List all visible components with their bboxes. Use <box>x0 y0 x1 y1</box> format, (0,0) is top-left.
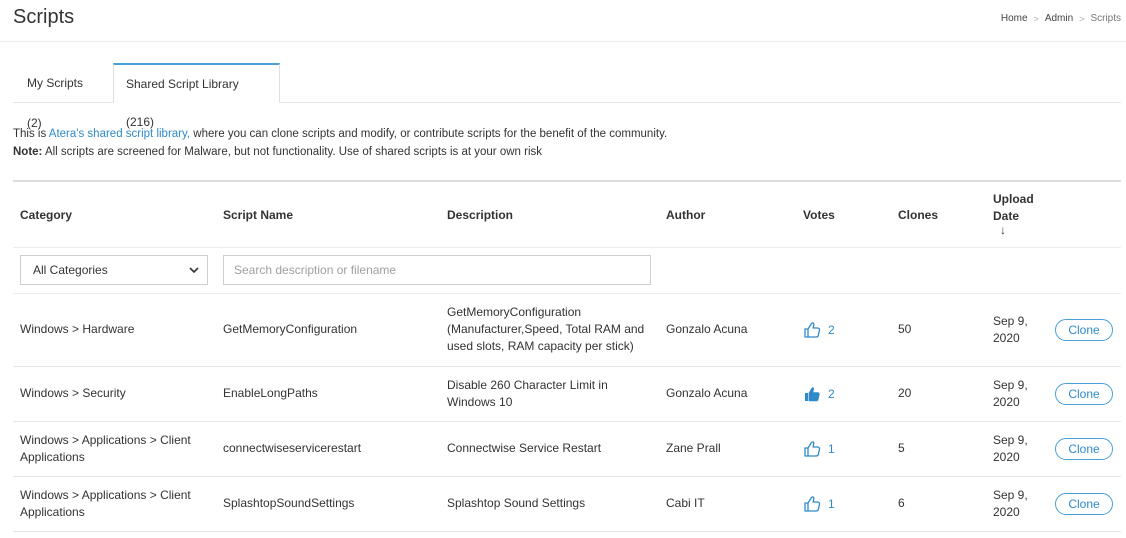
breadcrumb: Home > Admin > Scripts <box>1001 13 1121 24</box>
vote-button[interactable]: 2 <box>803 321 835 339</box>
tab-my-scripts[interactable]: My Scripts (2) <box>13 63 113 130</box>
cell-clones: 5 <box>898 440 905 455</box>
cell-script-name: SplashtopSoundSettings <box>223 495 355 510</box>
breadcrumb-separator: > <box>1079 13 1085 24</box>
table-row: Windows > Applications > Client Applicat… <box>13 476 1121 532</box>
breadcrumb-current: Scripts <box>1090 13 1121 24</box>
vote-count: 1 <box>828 441 835 456</box>
cell-category: Windows > Security <box>20 385 126 400</box>
table-row: Windows > Security EnableLongPaths Disable… <box>13 366 1121 422</box>
breadcrumb-admin[interactable]: Admin <box>1045 13 1073 24</box>
cell-category: Windows > Applications > Client Applicat… <box>20 432 191 464</box>
cell-author: Gonzalo Acuna <box>666 385 748 400</box>
vote-button[interactable]: 1 <box>803 495 835 513</box>
table-row: Windows > Applications > Client Applicat… <box>13 421 1121 477</box>
cell-author: Gonzalo Acuna <box>666 322 748 336</box>
vote-button[interactable]: 2 <box>803 385 835 403</box>
thumbs-up-icon <box>804 322 821 338</box>
thumbs-up-icon <box>804 495 821 512</box>
intro-suffix: where you can clone scripts and modify, … <box>190 128 668 140</box>
thumbs-up-icon <box>804 440 821 457</box>
header-upload-date[interactable]: Upload Date <box>993 191 1043 225</box>
category-select[interactable]: All Categories <box>20 255 208 285</box>
breadcrumb-separator: > <box>1033 13 1039 24</box>
vote-count: 2 <box>828 386 835 401</box>
chevron-down-icon <box>189 267 199 274</box>
cell-description: GetMemoryConfiguration (Manufacturer,Spe… <box>447 305 645 353</box>
cell-author: Zane Prall <box>666 440 721 455</box>
cell-clones: 50 <box>898 322 912 336</box>
cell-description: Connectwise Service Restart <box>447 440 602 455</box>
vote-count: 1 <box>828 496 835 511</box>
cell-category: Windows > Applications > Client Applicat… <box>20 487 191 519</box>
search-input[interactable] <box>223 255 651 285</box>
intro-line: This is Atera's shared script library, w… <box>13 125 667 143</box>
clone-button[interactable]: Clone <box>1055 319 1113 341</box>
cell-upload-date: Sep 9, 2020 <box>993 432 1028 464</box>
top-bar: Scripts Home > Admin > Scripts <box>0 0 1126 42</box>
header-description[interactable]: Description <box>447 208 513 222</box>
vote-count: 2 <box>828 323 835 337</box>
note-text: All scripts are screened for Malware, bu… <box>42 146 542 158</box>
header-clones[interactable]: Clones <box>898 208 938 222</box>
sort-arrow-icon[interactable]: ↓ <box>1000 223 1006 237</box>
tab-bar: My Scripts (2) Shared Script Library (21… <box>13 63 1121 130</box>
header-category[interactable]: Category <box>20 208 72 222</box>
cell-author: Cabi IT <box>666 495 705 510</box>
table-top-border <box>13 180 1121 182</box>
vote-button[interactable]: 1 <box>803 440 835 458</box>
cell-script-name: connectwiseservicerestart <box>223 440 362 455</box>
cell-clones: 20 <box>898 385 912 400</box>
table-row: Windows > Hardware GetMemoryConfiguration… <box>13 294 1121 367</box>
intro-text: This is Atera's shared script library, w… <box>13 125 667 161</box>
clone-button[interactable]: Clone <box>1055 492 1113 515</box>
clone-button[interactable]: Clone <box>1055 382 1113 405</box>
header-author[interactable]: Author <box>666 208 705 222</box>
header-votes[interactable]: Votes <box>803 208 835 222</box>
shared-library-link[interactable]: Atera's shared script library, <box>49 128 190 140</box>
header-script-name[interactable]: Script Name <box>223 208 293 222</box>
cell-script-name: EnableLongPaths <box>223 385 318 400</box>
breadcrumb-home[interactable]: Home <box>1001 13 1028 24</box>
note-line: Note: All scripts are screened for Malwa… <box>13 143 667 161</box>
thumbs-up-icon <box>805 386 820 401</box>
tab-shared-script-library[interactable]: Shared Script Library (216) <box>113 63 280 129</box>
cell-script-name: GetMemoryConfiguration <box>223 322 358 336</box>
cell-category: Windows > Hardware <box>20 322 135 336</box>
header-divider <box>13 247 1121 248</box>
cell-upload-date: Sep 9, 2020 <box>993 314 1028 345</box>
cell-upload-date: Sep 9, 2020 <box>993 377 1028 409</box>
cell-clones: 6 <box>898 495 905 510</box>
clone-button[interactable]: Clone <box>1055 437 1113 460</box>
page-title: Scripts <box>13 6 75 28</box>
cell-description: Disable 260 Character Limit in Windows 1… <box>447 377 608 409</box>
category-select-value: All Categories <box>33 263 108 277</box>
intro-prefix: This is <box>13 128 49 140</box>
note-label: Note: <box>13 146 43 158</box>
cell-upload-date: Sep 9, 2020 <box>993 487 1028 519</box>
cell-description: Splashtop Sound Settings <box>447 495 586 510</box>
